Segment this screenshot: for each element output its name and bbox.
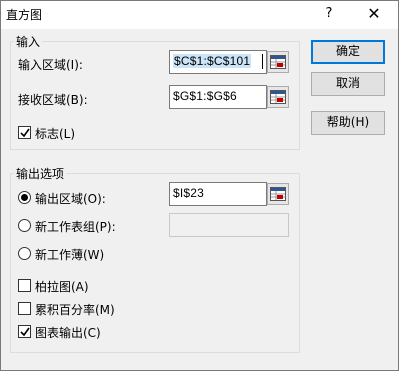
cumulative-percentage-label: 累积百分率(M) — [35, 303, 115, 317]
dialog-title: 直方图 — [6, 8, 43, 22]
ok-button[interactable]: 确定 — [311, 40, 385, 64]
radio-selected-dot — [21, 194, 28, 201]
bin-range-field[interactable]: $G$1:$G$6 — [169, 85, 267, 109]
output-range-value: $I$23 — [173, 186, 205, 200]
new-workbook-radio[interactable] — [18, 247, 31, 260]
input-range-value: $C$1:$C$101 — [173, 54, 252, 68]
labels-checkbox-label: 标志(L) — [35, 127, 76, 141]
title-bar: 直方图 ? ✕ — [1, 1, 398, 29]
pareto-checkbox[interactable] — [18, 279, 31, 292]
cancel-button[interactable]: 取消 — [311, 72, 385, 96]
help-icon[interactable]: ? — [317, 4, 341, 24]
input-range-collapse-button[interactable] — [267, 51, 289, 73]
close-icon[interactable]: ✕ — [362, 4, 386, 24]
bin-range-label: 接收区域(B): — [18, 93, 88, 107]
new-worksheet-label: 新工作表组(P): — [35, 220, 116, 234]
pareto-label: 柏拉图(A) — [35, 280, 89, 294]
help-button[interactable]: 帮助(H) — [311, 111, 385, 135]
output-range-field[interactable]: $I$23 — [169, 182, 267, 206]
chart-output-label: 图表输出(C) — [35, 326, 101, 340]
bin-range-value: $G$1:$G$6 — [173, 89, 237, 103]
new-worksheet-field[interactable] — [169, 213, 289, 237]
output-group-title: 输出选项 — [14, 165, 67, 182]
text-caret — [262, 54, 263, 69]
input-range-field[interactable]: $C$1:$C$101 — [169, 50, 267, 74]
cumulative-percentage-checkbox[interactable] — [18, 302, 31, 315]
output-range-radio[interactable] — [18, 191, 31, 204]
check-mark-icon — [20, 327, 30, 337]
new-worksheet-radio[interactable] — [18, 219, 31, 232]
range-selector-icon — [270, 55, 286, 69]
bin-range-collapse-button[interactable] — [267, 86, 289, 108]
range-selector-icon — [270, 90, 286, 104]
new-workbook-label: 新工作薄(W) — [35, 248, 105, 262]
labels-checkbox[interactable] — [18, 126, 31, 139]
histogram-dialog: 直方图 ? ✕ 输入 输入区域(I): $C$1:$C$101 接收区域(B):… — [0, 0, 399, 371]
output-range-collapse-button[interactable] — [267, 183, 289, 205]
chart-output-checkbox[interactable] — [18, 325, 31, 338]
output-range-label: 输出区域(O): — [35, 192, 106, 206]
input-range-label: 输入区域(I): — [18, 58, 83, 72]
input-group-title: 输入 — [14, 33, 43, 50]
range-selector-icon — [270, 187, 286, 201]
check-mark-icon — [20, 128, 30, 138]
